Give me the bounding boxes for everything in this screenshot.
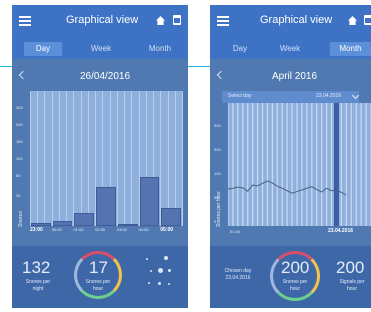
tab-month[interactable]: Month bbox=[330, 42, 371, 56]
grid-line bbox=[66, 91, 68, 226]
select-day-value: 23.04.2016 bbox=[316, 93, 342, 99]
date-label: 26/04/2016 bbox=[80, 71, 131, 82]
x-tick-label: 23:00 bbox=[30, 227, 43, 233]
snores-per-hour-value: 200 bbox=[281, 258, 310, 277]
snores-per-hour-label: Snores per hour bbox=[85, 279, 111, 292]
select-day-label: Select day bbox=[228, 93, 252, 99]
x-tick-label: 02:00 bbox=[95, 227, 106, 232]
home-icon[interactable] bbox=[348, 16, 357, 25]
y-tick-label: 150 bbox=[16, 139, 23, 144]
grid-line bbox=[80, 91, 82, 226]
grid-line bbox=[51, 91, 53, 226]
day-bar-chart bbox=[30, 91, 183, 226]
date-bar: 26/04/2016 bbox=[12, 62, 188, 90]
page-title: Graphical view bbox=[66, 14, 139, 26]
x-tick-label: 04:00 bbox=[138, 227, 149, 232]
selected-day-highlight[interactable] bbox=[333, 103, 339, 226]
calendar-icon[interactable] bbox=[364, 15, 371, 25]
grid-line bbox=[58, 91, 60, 226]
y-tick-label: 100 bbox=[16, 156, 23, 161]
snores-per-hour-label: Snores per hour bbox=[282, 279, 308, 292]
x-tick-label: 05:00 bbox=[160, 227, 174, 233]
grid-line bbox=[131, 91, 133, 226]
y-tick-label: 100 bbox=[214, 171, 221, 176]
page-title: Graphical view bbox=[260, 14, 333, 26]
month-label: April 2016 bbox=[272, 71, 318, 82]
home-icon[interactable] bbox=[156, 16, 165, 25]
x-tick-label: 03:00 bbox=[116, 227, 127, 232]
tab-day[interactable]: Day bbox=[24, 42, 62, 56]
period-tabs: Day Week Month bbox=[210, 39, 371, 59]
chosen-day-label: Chosen day bbox=[224, 268, 252, 274]
x-tick-label: 01:00 bbox=[73, 227, 84, 232]
signals-per-hour-value: 200 bbox=[336, 258, 365, 277]
period-tabs: Day Week Month bbox=[12, 39, 188, 59]
grid-line bbox=[73, 91, 75, 226]
y-tick-label: 50 bbox=[214, 195, 219, 200]
phone-screen-day: Graphical view Day Week Month 26/04/2016… bbox=[12, 5, 188, 308]
back-arrow-icon[interactable] bbox=[18, 70, 28, 80]
x-start-label: 01.04 bbox=[230, 229, 241, 234]
signals-per-hour-label: Signals per hour bbox=[339, 279, 365, 292]
grid-line bbox=[37, 91, 39, 226]
grid-line bbox=[160, 91, 162, 226]
summary-footer: 132 Snores per night 17 Snores per hour bbox=[12, 246, 188, 308]
snores-per-hour-value: 17 bbox=[89, 258, 108, 277]
chart-bar[interactable] bbox=[139, 177, 160, 226]
header-bar: Graphical view bbox=[210, 5, 371, 39]
connector-left bbox=[0, 66, 12, 67]
back-arrow-icon[interactable] bbox=[216, 70, 226, 80]
connector-mid bbox=[188, 66, 210, 67]
phone-screen-month: Graphical view Day Week Month April 2016… bbox=[210, 5, 371, 308]
grid-line bbox=[87, 91, 89, 226]
select-day-dropdown[interactable]: Select day 23.04.2016 bbox=[222, 91, 360, 103]
y-tick-label: 200 bbox=[214, 147, 221, 152]
line-chart-svg bbox=[228, 103, 371, 226]
grid-line bbox=[30, 91, 31, 226]
chart-bar[interactable] bbox=[31, 223, 51, 226]
snores-per-night-value: 132 bbox=[22, 258, 51, 277]
tab-week[interactable]: Week bbox=[272, 42, 308, 56]
y-tick-label: 300 bbox=[16, 105, 23, 110]
chart-bar[interactable] bbox=[52, 220, 73, 226]
grid-line bbox=[182, 91, 183, 226]
y-tick-label: 0 bbox=[214, 219, 217, 224]
sleep-position-icons bbox=[140, 254, 180, 300]
x-tick-label: 00:00 bbox=[51, 227, 62, 232]
y-tick-label: 50 bbox=[16, 173, 21, 178]
x-axis-labels: 23:00 00:00 01:00 02:00 03:00 04:00 05:00 bbox=[30, 227, 182, 235]
chart-bar[interactable] bbox=[161, 208, 181, 226]
menu-icon[interactable] bbox=[19, 16, 31, 26]
summary-footer: Chosen day 23.04.2016 200 Snores per hou… bbox=[210, 246, 371, 308]
x-end-label: 23.04.2016 bbox=[328, 228, 354, 234]
menu-icon[interactable] bbox=[217, 16, 229, 26]
y-axis-title: Snores bbox=[18, 211, 24, 227]
chart-bar[interactable] bbox=[117, 224, 138, 226]
snores-per-night-label: Snores per night bbox=[25, 279, 51, 292]
tab-month[interactable]: Month bbox=[140, 42, 180, 56]
chosen-day-value: 23.04.2016 bbox=[225, 275, 251, 281]
header-bar: Graphical view bbox=[12, 5, 188, 39]
grid-line bbox=[167, 91, 169, 226]
chevron-down-icon bbox=[351, 91, 360, 100]
month-bar: April 2016 bbox=[210, 62, 371, 90]
grid-line bbox=[116, 91, 118, 226]
y-tick-label: 200 bbox=[16, 122, 23, 127]
tab-week[interactable]: Week bbox=[82, 42, 120, 56]
tab-day[interactable]: Day bbox=[222, 42, 258, 56]
chart-bar[interactable] bbox=[96, 187, 116, 226]
y-tick-label: 300 bbox=[214, 123, 221, 128]
grid-line bbox=[174, 91, 176, 226]
calendar-icon[interactable] bbox=[173, 15, 181, 25]
month-line-chart bbox=[228, 103, 371, 226]
grid-line bbox=[124, 91, 126, 226]
grid-line bbox=[44, 91, 46, 226]
y-tick-label: 25 bbox=[16, 193, 21, 198]
chart-bar[interactable] bbox=[74, 213, 95, 226]
